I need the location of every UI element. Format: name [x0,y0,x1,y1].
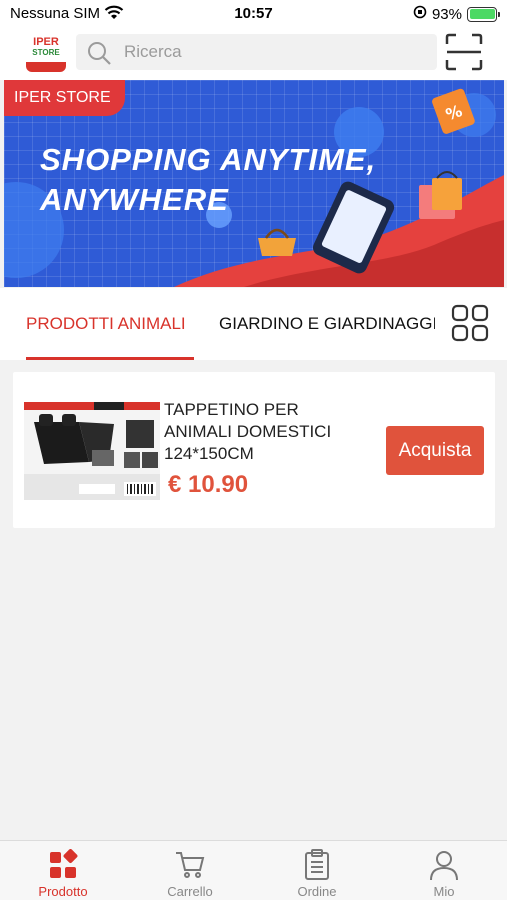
tab-label: GIARDINO E GIARDINAGGIO [219,314,435,333]
logo-text-store: STORE [32,48,60,57]
promo-banner[interactable]: % IPER STORE SHOPPING ANYTIME, ANYWHERE [4,80,504,287]
tabbar-label: Prodotto [38,884,88,899]
search-placeholder: Ricerca [124,42,182,61]
all-categories-icon[interactable] [451,304,489,342]
scan-icon[interactable] [444,32,484,72]
grid-icon [47,849,79,881]
tabbar-item-carrello[interactable]: Carrello [127,841,253,900]
search-input[interactable]: Ricerca [76,34,437,70]
cart-icon [174,849,206,881]
clipboard-icon [301,849,333,881]
tabbar-label: Ordine [297,884,337,899]
tab-giardino[interactable]: GIARDINO E GIARDINAGGIO [219,288,435,360]
orientation-lock-icon [413,5,427,23]
logo-text-iper: IPER [33,36,59,48]
product-name[interactable]: TAPPETINO PER ANIMALI DOMESTICI 124*150C… [164,399,364,465]
search-icon [86,40,112,71]
tabbar-label: Carrello [167,884,213,899]
banner-tag: IPER STORE [4,80,125,116]
banner-headline: SHOPPING ANYTIME, ANYWHERE [40,140,376,220]
banner-headline-line1: SHOPPING ANYTIME, [40,142,377,177]
user-icon [428,849,460,881]
tabbar-item-mio[interactable]: Mio [381,841,507,900]
tabbar-label: Mio [433,884,455,899]
tabbar-item-ordine[interactable]: Ordine [254,841,380,900]
logo-band [26,62,66,72]
banner-headline-line2: ANYWHERE [40,182,229,217]
category-tabs: PRODOTTI ANIMALI GIARDINO E GIARDINAGGIO [0,288,507,360]
bottom-tab-bar: Prodotto Carrello Ordine Mio [0,840,507,900]
header: IPER STORE Ricerca [0,28,507,80]
tab-label: PRODOTTI ANIMALI [26,314,186,333]
product-price: € 10.90 [168,471,249,498]
tab-prodotti-animali[interactable]: PRODOTTI ANIMALI [26,288,194,360]
battery-percent: 93% [431,5,462,23]
product-card[interactable]: TAPPETINO PER ANIMALI DOMESTICI 124*150C… [13,372,495,528]
active-tab-indicator [26,357,194,360]
store-logo[interactable]: IPER STORE [24,36,68,74]
battery-icon [467,6,500,22]
tabbar-item-prodotto[interactable]: Prodotto [0,841,126,900]
status-bar: Nessuna SIM 10:57 93% [0,0,507,28]
product-image [24,402,160,500]
buy-button[interactable]: Acquista [386,426,484,475]
